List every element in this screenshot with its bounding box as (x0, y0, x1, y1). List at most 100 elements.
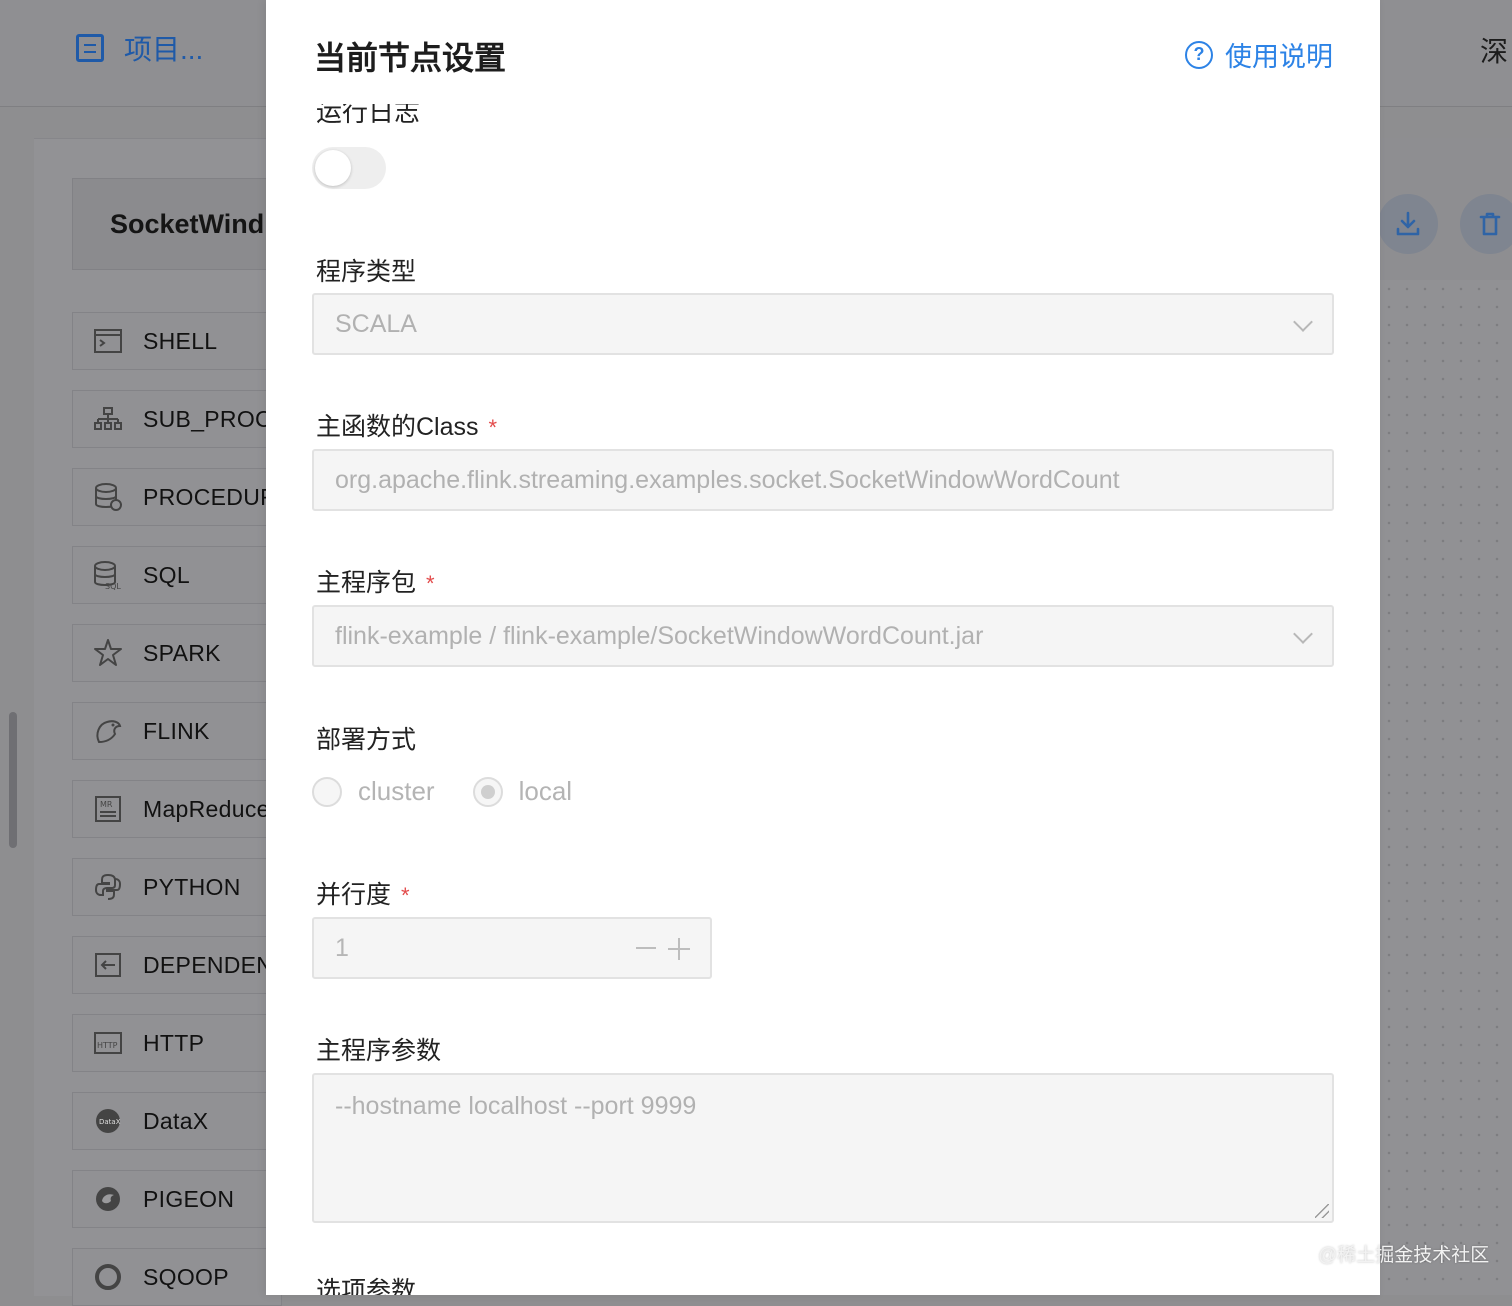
increment-button[interactable] (668, 938, 690, 960)
toggle-knob (315, 150, 351, 186)
workflow-canvas[interactable] (1380, 280, 1512, 1295)
trash-icon (1479, 212, 1501, 236)
task-type-label: SPARK (143, 639, 221, 666)
task-type-label: SHELL (143, 327, 218, 354)
spark-icon (93, 638, 123, 668)
sql-icon: SQL (93, 560, 123, 590)
chevron-down-icon (1293, 624, 1313, 644)
task-type-item[interactable]: DataX DataX (72, 1092, 282, 1150)
project-label: 项目... (124, 34, 204, 65)
topbar-right-text: 深 (1479, 36, 1508, 67)
workflow-title-card: SocketWind (72, 178, 282, 270)
download-icon (1396, 211, 1420, 236)
sub-process-icon (93, 404, 123, 434)
dependent-icon (93, 950, 123, 980)
decrement-button[interactable] (636, 947, 656, 949)
main-args-label-text: 主程序参数 (316, 1037, 442, 1065)
drawer-title: 当前节点设置 (314, 40, 507, 76)
task-type-label: MapReduce (143, 795, 270, 822)
delete-button[interactable] (1460, 194, 1512, 254)
deploy-mode-label: 部署方式 (316, 720, 416, 756)
radio-cluster[interactable] (312, 776, 342, 807)
node-settings-drawer: 当前节点设置 ? 使用说明 运行日志 程序类型 SCALA 主函数的Class *… (266, 0, 1380, 1295)
radio-local[interactable] (472, 776, 503, 807)
main-class-value: org.apache.flink.streaming.examples.sock… (335, 465, 1120, 494)
svg-text:HTTP: HTTP (97, 1041, 118, 1050)
task-type-item[interactable]: PROCEDUR (72, 468, 282, 526)
required-mark: * (488, 415, 498, 440)
main-class-label-text: 主函数的Class (316, 413, 479, 441)
task-type-label: FLINK (143, 717, 210, 744)
program-type-select[interactable]: SCALA (312, 293, 1334, 355)
required-mark: * (426, 571, 435, 596)
main-args-textarea[interactable]: --hostname localhost --port 9999 (312, 1073, 1334, 1223)
svg-text:DataX: DataX (99, 1118, 121, 1126)
task-type-item[interactable]: PIGEON (72, 1170, 282, 1228)
main-class-label: 主函数的Class * (316, 407, 497, 443)
svg-text:MR: MR (100, 800, 113, 809)
radio-local-label[interactable]: local (519, 776, 572, 807)
help-link[interactable]: ? 使用说明 (1185, 35, 1333, 74)
watermark: @稀土掘金技术社区 (1318, 1245, 1490, 1266)
task-type-item[interactable]: PYTHON (72, 858, 282, 916)
parallelism-stepper[interactable]: 1 (312, 917, 712, 979)
task-type-label: SUB_PROC (143, 405, 272, 432)
main-args-value: --hostname localhost --port 9999 (335, 1092, 697, 1120)
chevron-down-icon (1293, 312, 1313, 332)
task-type-item[interactable]: HTTP HTTP (72, 1014, 282, 1072)
deploy-mode-radio-group: cluster local (312, 776, 572, 807)
parallelism-label-text: 并行度 (316, 881, 392, 909)
task-type-item[interactable]: MR MapReduce (72, 780, 282, 838)
datax-icon: DataX (93, 1106, 123, 1136)
flink-icon (93, 716, 123, 746)
task-type-item[interactable]: SHELL (72, 312, 282, 370)
parallelism-value: 1 (335, 933, 349, 962)
task-type-item[interactable]: DEPENDENT (72, 936, 287, 994)
task-type-label: PROCEDUR (143, 483, 278, 510)
pigeon-icon (93, 1184, 123, 1214)
procedure-icon (93, 482, 123, 512)
main-class-input[interactable]: org.apache.flink.streaming.examples.sock… (312, 449, 1334, 511)
deploy-mode-label-text: 部署方式 (316, 726, 417, 754)
program-type-label: 程序类型 (316, 252, 416, 288)
task-type-label: SQOOP (143, 1263, 229, 1290)
task-type-label: HTTP (143, 1029, 205, 1056)
svg-text:SQL: SQL (105, 582, 121, 590)
page-scrollbar[interactable] (9, 712, 17, 848)
terminal-icon (93, 326, 123, 356)
task-type-item[interactable]: FLINK (72, 702, 282, 760)
drawer-header: 当前节点设置 ? 使用说明 (266, 0, 1380, 104)
main-args-label: 主程序参数 (316, 1031, 441, 1067)
program-type-value: SCALA (335, 309, 417, 338)
project-breadcrumb[interactable]: 项目... (76, 28, 203, 68)
task-type-label: SQL (143, 561, 190, 588)
main-package-label: 主程序包 * (316, 563, 435, 599)
task-type-item[interactable]: SPARK (72, 624, 282, 682)
download-button[interactable] (1378, 194, 1438, 254)
main-package-label-text: 主程序包 (316, 569, 417, 597)
task-type-item[interactable]: SUB_PROC (72, 390, 282, 448)
run-log-toggle[interactable] (312, 147, 386, 189)
resize-handle-icon[interactable] (1315, 1204, 1329, 1218)
main-package-select[interactable]: flink-example / flink-example/SocketWind… (312, 605, 1334, 667)
main-package-value: flink-example / flink-example/SocketWind… (335, 621, 984, 650)
workflow-title: SocketWind (110, 209, 265, 239)
mapreduce-icon: MR (93, 794, 123, 824)
project-list-icon (76, 34, 104, 62)
http-icon: HTTP (93, 1028, 123, 1058)
task-type-item[interactable]: SQOOP (72, 1248, 282, 1306)
program-type-label-text: 程序类型 (316, 258, 417, 286)
radio-cluster-label[interactable]: cluster (358, 776, 435, 807)
python-icon (93, 872, 123, 902)
option-params-label: 选项参数 (316, 1271, 416, 1295)
question-circle-icon: ? (1185, 40, 1213, 69)
option-params-label-text: 选项参数 (316, 1277, 417, 1295)
task-type-item[interactable]: SQL SQL (72, 546, 282, 604)
radio-dot (480, 784, 495, 799)
required-mark: * (401, 883, 410, 908)
task-type-label: DataX (143, 1107, 209, 1134)
task-type-label: PIGEON (143, 1185, 235, 1212)
parallelism-label: 并行度 * (316, 875, 410, 911)
task-type-label: PYTHON (143, 873, 241, 900)
sqoop-icon (93, 1262, 123, 1292)
